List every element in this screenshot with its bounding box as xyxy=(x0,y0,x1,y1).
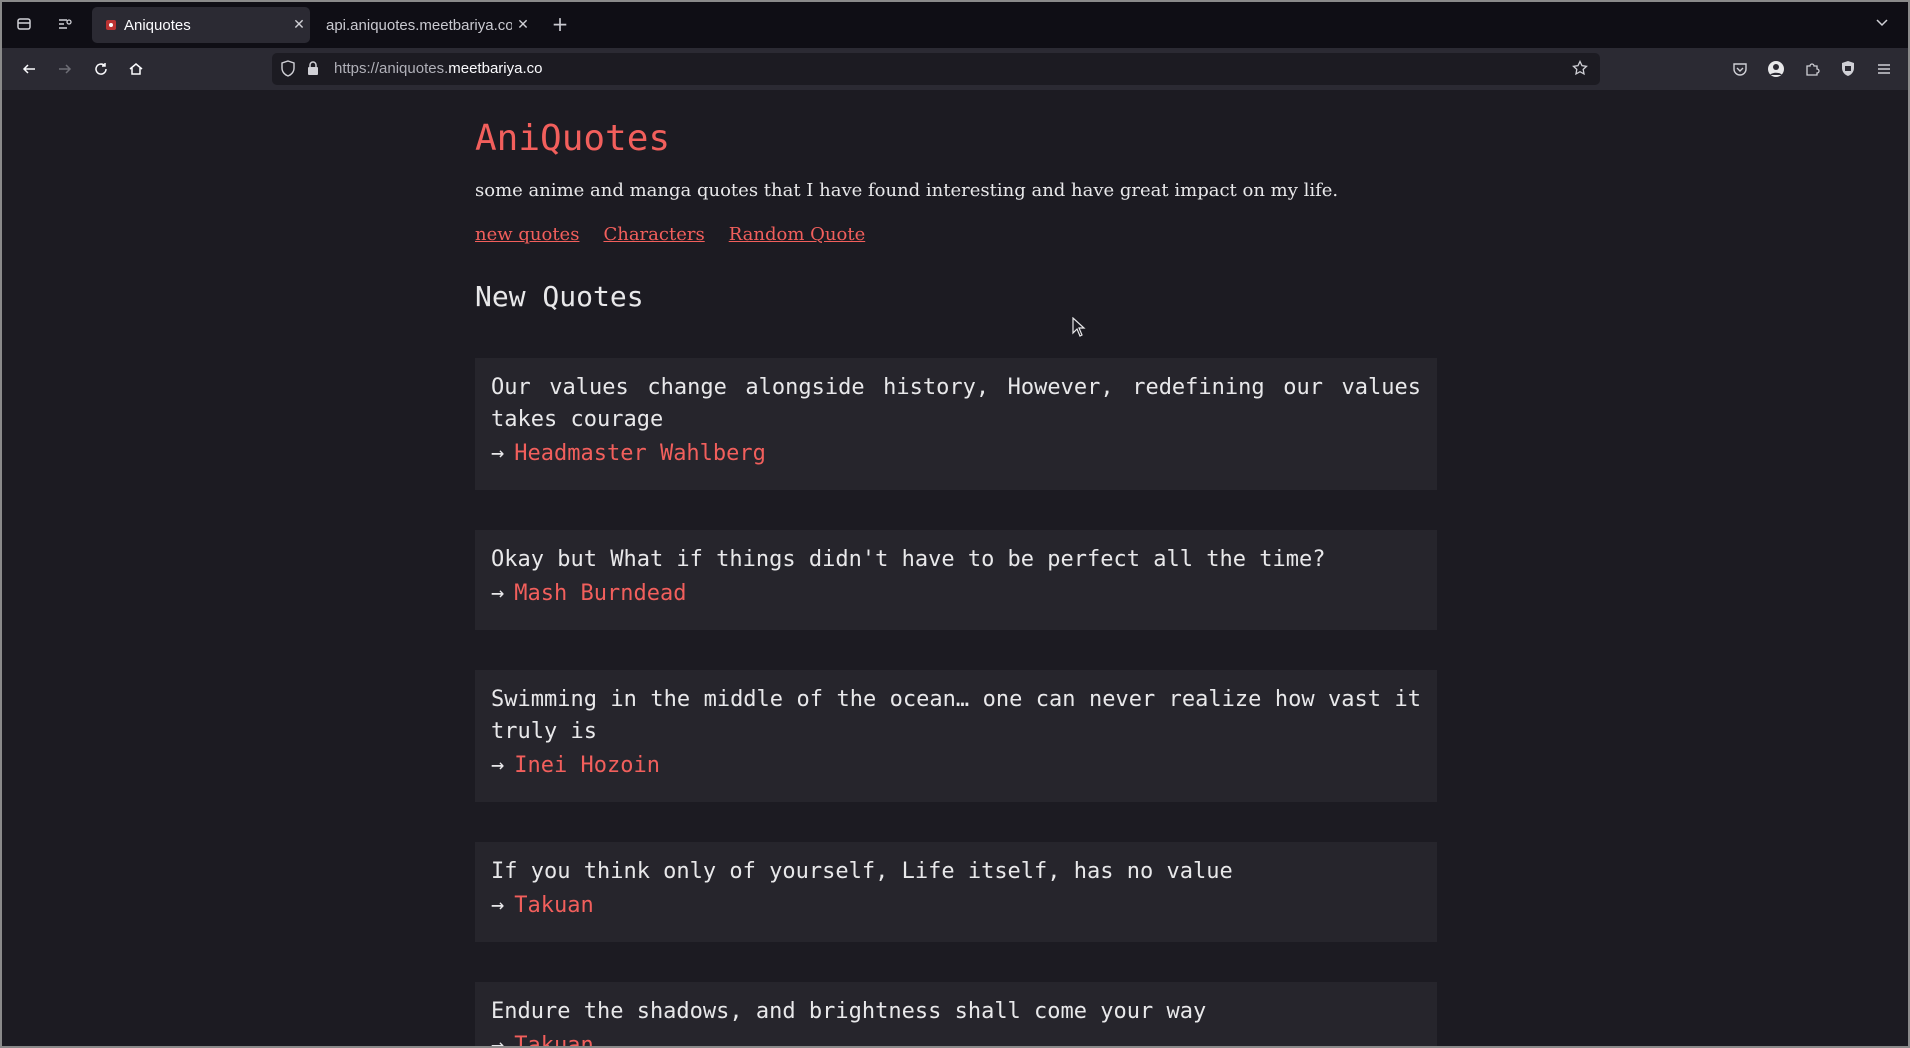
bookmark-star-icon[interactable] xyxy=(1572,59,1588,80)
site-nav: new quotes Characters Random Quote xyxy=(475,224,865,245)
url-text[interactable]: https://aniquotes.meetbariya.co xyxy=(334,60,542,77)
quote-text: If you think only of yourself, Life itse… xyxy=(491,859,1233,884)
mouse-cursor-icon xyxy=(1072,316,1086,341)
page-viewport: AniQuotes some anime and manga quotes th… xyxy=(2,90,1908,1046)
quote-card[interactable]: Swimming in the middle of the ocean… one… xyxy=(475,670,1437,802)
quote-text: Endure the shadows, and brightness shall… xyxy=(491,999,1207,1024)
arrow-icon: → xyxy=(491,441,505,466)
arrow-icon: → xyxy=(491,581,505,606)
list-all-tabs-chevron-down-icon[interactable] xyxy=(1874,14,1894,34)
tab-strip: Aniquotes ✕ api.aniquotes.meetbariya.co/… xyxy=(2,2,1908,48)
address-bar[interactable]: https://aniquotes.meetbariya.co xyxy=(272,53,1600,85)
back-arrow-icon[interactable] xyxy=(17,57,41,81)
quote-author: → Inei Hozoin xyxy=(491,748,1421,784)
tracking-protection-shield-icon[interactable] xyxy=(280,60,296,82)
navigation-toolbar: https://aniquotes.meetbariya.co xyxy=(2,48,1908,90)
url-host: meetbariya.co xyxy=(448,60,543,77)
author-name[interactable]: Takuan xyxy=(514,1033,593,1046)
hamburger-menu-icon[interactable] xyxy=(1872,57,1896,81)
quote-card[interactable]: Our values change alongside history, How… xyxy=(475,358,1437,490)
reload-icon[interactable] xyxy=(89,57,113,81)
quote-text: Okay but What if things didn't have to b… xyxy=(491,547,1326,572)
quote-author: → Takuan xyxy=(491,1028,1421,1046)
close-tab-icon[interactable]: ✕ xyxy=(512,17,534,33)
tab-api[interactable]: api.aniquotes.meetbariya.co/ ✕ xyxy=(312,7,534,43)
author-name[interactable]: Headmaster Wahlberg xyxy=(514,441,766,466)
quote-text: Swimming in the middle of the ocean… one… xyxy=(491,687,1421,744)
quote-card[interactable]: If you think only of yourself, Life itse… xyxy=(475,842,1437,942)
new-tab-button[interactable]: + xyxy=(548,12,572,36)
author-name[interactable]: Takuan xyxy=(514,893,593,918)
forward-arrow-icon[interactable] xyxy=(53,57,77,81)
section-title: New Quotes xyxy=(475,280,644,313)
nav-link-characters[interactable]: Characters xyxy=(603,224,704,245)
account-avatar-icon[interactable] xyxy=(1764,57,1788,81)
tab-aniquotes[interactable]: Aniquotes ✕ xyxy=(92,7,310,43)
tab-title: Aniquotes xyxy=(124,16,191,34)
arrow-icon: → xyxy=(491,753,505,778)
arrow-icon: → xyxy=(491,893,505,918)
author-name[interactable]: Inei Hozoin xyxy=(514,753,660,778)
quote-card[interactable]: Okay but What if things didn't have to b… xyxy=(475,530,1437,630)
quote-card[interactable]: Endure the shadows, and brightness shall… xyxy=(475,982,1437,1046)
close-tab-icon[interactable]: ✕ xyxy=(288,17,310,33)
lock-icon[interactable] xyxy=(306,60,320,80)
quote-text: Our values change alongside history, How… xyxy=(491,375,1421,432)
browser-window: Aniquotes ✕ api.aniquotes.meetbariya.co/… xyxy=(2,2,1908,1046)
extensions-puzzle-icon[interactable] xyxy=(1800,57,1824,81)
author-name[interactable]: Mash Burndead xyxy=(514,581,686,606)
arrow-icon: → xyxy=(491,1033,505,1046)
firefox-view-icon[interactable] xyxy=(12,12,36,36)
quote-author: → Mash Burndead xyxy=(491,576,1421,612)
site-description: some anime and manga quotes that I have … xyxy=(475,180,1339,201)
home-icon[interactable] xyxy=(124,57,148,81)
tab-title: api.aniquotes.meetbariya.co/ xyxy=(326,16,512,34)
quote-author: → Takuan xyxy=(491,888,1421,924)
pocket-icon[interactable] xyxy=(1728,57,1752,81)
ublock-shield-icon[interactable] xyxy=(1836,57,1860,81)
pinned-extension-icon[interactable] xyxy=(53,12,77,36)
url-prefix: https://aniquotes. xyxy=(334,60,449,77)
quote-author: → Headmaster Wahlberg xyxy=(491,436,1421,472)
aniquotes-favicon-icon xyxy=(106,20,116,30)
nav-link-new-quotes[interactable]: new quotes xyxy=(475,224,579,245)
nav-link-random-quote[interactable]: Random Quote xyxy=(729,224,866,245)
site-title[interactable]: AniQuotes xyxy=(475,118,670,159)
